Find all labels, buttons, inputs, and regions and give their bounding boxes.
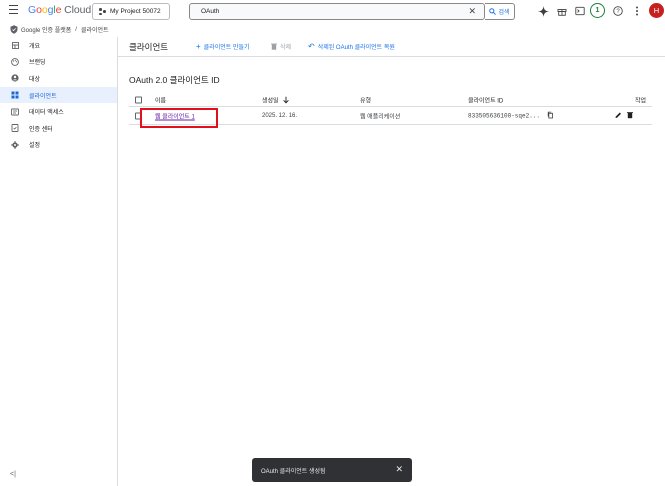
search-box: ✕ (189, 3, 485, 20)
column-header-type[interactable]: 유형 (360, 95, 371, 104)
account-circle-icon (11, 74, 19, 83)
search-icon (489, 8, 497, 15)
project-icon (99, 8, 106, 15)
created-date: 2025. 12. 16. (262, 112, 298, 119)
trash-icon (271, 43, 277, 50)
plus-icon: + (196, 42, 201, 51)
palette-icon (11, 58, 19, 66)
sort-descending-icon (282, 96, 289, 103)
page-header: 클라이언트 + 클라이언트 만들기 삭제 ↶ 삭제된 OAuth 클라이언트 복… (118, 37, 665, 57)
account-avatar[interactable]: H (649, 3, 664, 18)
create-client-button[interactable]: + 클라이언트 만들기 (196, 42, 250, 51)
gemini-sparkle-icon[interactable] (536, 4, 550, 18)
sidebar-item-branding[interactable]: 브랜딩 (0, 54, 117, 71)
table-header: 이름 생성일 유형 클라이언트 ID 작업 (129, 93, 652, 107)
breadcrumb-separator: / (75, 26, 77, 33)
column-header-name[interactable]: 이름 (155, 95, 166, 104)
top-app-bar: Google Cloud My Project 50072 ✕ 검색 1 ? H (0, 0, 665, 23)
search-input[interactable] (201, 8, 451, 15)
project-picker-button[interactable]: My Project 50072 (92, 3, 170, 20)
cloud-shell-icon[interactable] (573, 4, 587, 18)
client-type: 웹 애플리케이션 (360, 114, 401, 120)
sidebar-item-settings[interactable]: 설정 (0, 137, 117, 154)
undo-icon: ↶ (308, 42, 315, 51)
gear-icon (11, 141, 19, 149)
sidebar-item-data-access[interactable]: 데이터 액세스 (0, 103, 117, 120)
breadcrumb: Google 인증 플랫폼 / 클라이언트 (0, 23, 665, 36)
search-button[interactable]: 검색 (485, 3, 515, 20)
collapse-sidebar-button[interactable]: <| (10, 471, 16, 478)
sidebar-item-clients[interactable]: 클라이언트 (0, 86, 117, 104)
clear-search-icon[interactable]: ✕ (468, 6, 476, 17)
sidebar-item-overview[interactable]: 개요 (0, 37, 117, 54)
page-title: 클라이언트 (129, 42, 169, 52)
help-icon[interactable]: ? (611, 4, 625, 18)
edit-icon[interactable] (615, 111, 622, 120)
breadcrumb-section[interactable]: Google 인증 플랫폼 (21, 25, 71, 34)
notification-badge[interactable]: 1 (590, 3, 605, 18)
sidebar-item-audience[interactable]: 대상 (0, 70, 117, 87)
shield-icon (10, 25, 18, 34)
column-header-actions: 작업 (635, 98, 647, 104)
google-cloud-logo[interactable]: Google Cloud (28, 4, 91, 16)
select-all-checkbox[interactable] (135, 96, 142, 103)
verification-icon (11, 124, 19, 133)
copy-icon[interactable] (547, 111, 553, 120)
column-header-created[interactable]: 생성일 (262, 95, 289, 104)
data-access-icon (11, 108, 19, 116)
svg-text:?: ? (616, 9, 620, 15)
snackbar: OAuth 클라이언트 생성됨 ✕ (252, 458, 412, 482)
sidebar-item-verification-center[interactable]: 인증 센터 (0, 120, 117, 137)
delete-row-icon[interactable] (627, 111, 633, 120)
gift-icon[interactable] (555, 4, 569, 18)
dashboard-icon (11, 41, 19, 49)
section-title: OAuth 2.0 클라이언트 ID (129, 75, 220, 85)
project-name: My Project 50072 (110, 8, 161, 15)
main-menu-icon[interactable] (9, 5, 18, 14)
breadcrumb-current: 클라이언트 (80, 28, 109, 34)
key-grid-icon (11, 91, 19, 99)
highlight-annotation (140, 108, 218, 128)
main-content: 클라이언트 + 클라이언트 만들기 삭제 ↶ 삭제된 OAuth 클라이언트 복… (118, 37, 665, 486)
client-id: 833505636100-sqe2... (468, 112, 541, 119)
column-header-client-id[interactable]: 클라이언트 ID (468, 95, 503, 104)
sidebar-nav: 개요 브랜딩 대상 클라이언트 데이터 액세스 인증 센터 설정 <| (0, 37, 118, 486)
more-vert-icon[interactable] (630, 4, 644, 18)
close-icon[interactable]: ✕ (395, 464, 403, 475)
snackbar-message: OAuth 클라이언트 생성됨 (261, 468, 326, 475)
delete-button[interactable]: 삭제 (271, 42, 291, 51)
restore-deleted-clients-button[interactable]: ↶ 삭제된 OAuth 클라이언트 복원 (308, 42, 395, 51)
